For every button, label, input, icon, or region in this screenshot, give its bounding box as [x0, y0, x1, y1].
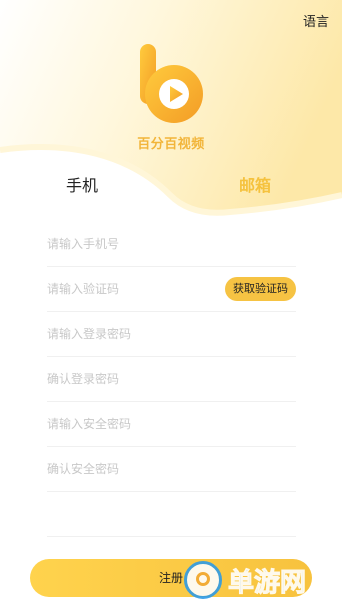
- confirm-login-password-input[interactable]: [47, 372, 207, 386]
- get-code-button[interactable]: 获取验证码: [225, 277, 296, 301]
- verification-code-input[interactable]: [47, 282, 207, 296]
- phone-input[interactable]: [47, 237, 207, 251]
- confirm-safe-password-input[interactable]: [47, 462, 207, 476]
- tab-phone[interactable]: 手机: [66, 172, 98, 196]
- login-password-row: [47, 312, 296, 357]
- phone-row: [47, 222, 296, 267]
- confirm-login-password-row: [47, 357, 296, 402]
- watermark-text: 单游网: [227, 567, 307, 598]
- login-password-input[interactable]: [47, 327, 207, 341]
- confirm-safe-password-row: [47, 447, 296, 492]
- safe-password-input[interactable]: [47, 417, 207, 431]
- register-form: 获取验证码: [47, 222, 296, 537]
- language-button[interactable]: 语言: [303, 11, 329, 30]
- divider: [47, 492, 296, 537]
- safe-password-row: [47, 402, 296, 447]
- brand-name: 百分百视频: [137, 137, 205, 152]
- tab-email[interactable]: 邮箱: [239, 172, 271, 196]
- app-logo-icon: [140, 44, 203, 123]
- watermark: 单游网: [184, 558, 307, 602]
- code-row: 获取验证码: [47, 267, 296, 312]
- watermark-logo-icon: [184, 561, 222, 599]
